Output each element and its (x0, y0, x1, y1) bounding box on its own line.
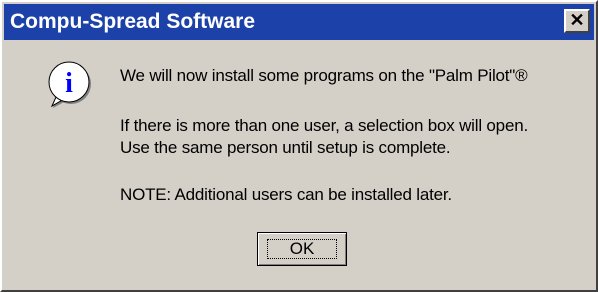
title-bar[interactable]: Compu-Spread Software ✕ (4, 4, 594, 40)
info-glyph: i (65, 68, 73, 99)
message-dialog: Compu-Spread Software ✕ i We will now in… (0, 0, 598, 292)
ok-button-label: OK (289, 239, 315, 258)
message-line-4: NOTE: Additional users can be installed … (120, 185, 452, 204)
close-button[interactable]: ✕ (564, 9, 590, 33)
close-icon: ✕ (569, 10, 585, 30)
message-line-3: Use the same person until setup is compl… (120, 138, 451, 157)
message-line-1: We will now install some programs on the… (120, 66, 528, 85)
ok-button[interactable]: OK (257, 232, 347, 266)
message-line-2: If there is more than one user, a select… (120, 116, 528, 135)
dialog-title: Compu-Spread Software (10, 10, 256, 33)
info-icon: i (48, 61, 91, 108)
